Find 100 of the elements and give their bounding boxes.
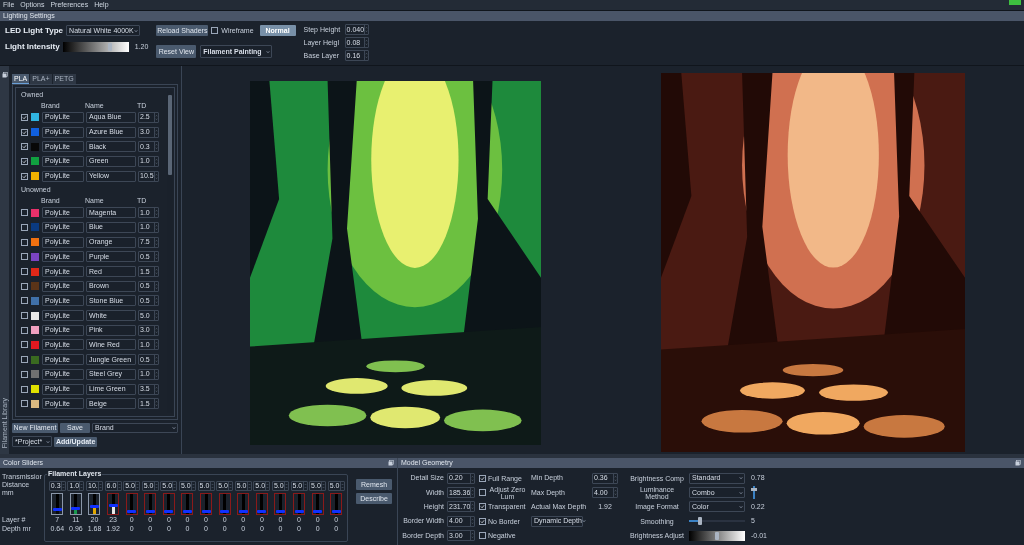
spin-arrows-icon xyxy=(154,237,158,247)
color-swatch[interactable] xyxy=(31,142,39,151)
checkbox[interactable] xyxy=(21,268,28,276)
slider-thumb[interactable] xyxy=(52,507,62,511)
color-swatch[interactable] xyxy=(31,399,39,408)
layer-slider[interactable] xyxy=(218,493,231,515)
spin-arrows-icon xyxy=(470,502,475,512)
slider-thumb[interactable] xyxy=(275,510,285,513)
checkbox[interactable] xyxy=(479,474,486,482)
layer-slider[interactable] xyxy=(293,493,305,515)
color-swatch[interactable] xyxy=(31,157,39,166)
checkbox[interactable] xyxy=(21,282,28,290)
undock-icon[interactable] xyxy=(388,460,394,466)
checkbox[interactable] xyxy=(21,326,28,334)
slider-thumb[interactable] xyxy=(201,510,211,513)
layer-slider[interactable] xyxy=(255,493,268,515)
layer-slider[interactable] xyxy=(274,493,287,515)
color-swatch[interactable] xyxy=(31,113,39,122)
spin-arrows-icon xyxy=(283,482,288,490)
spin-arrows-icon xyxy=(154,325,158,335)
layer-slider[interactable] xyxy=(162,493,175,515)
layer-slider[interactable] xyxy=(181,493,194,515)
checkbox[interactable] xyxy=(21,238,28,246)
slider-thumb[interactable] xyxy=(257,510,267,513)
slider-thumb[interactable] xyxy=(108,43,113,51)
slider-thumb[interactable] xyxy=(127,510,137,513)
spin-arrows-icon xyxy=(154,355,158,365)
checkbox[interactable] xyxy=(479,503,486,511)
color-swatch[interactable] xyxy=(31,128,39,137)
spin-arrows-icon xyxy=(116,482,121,490)
slider-thumb[interactable] xyxy=(182,510,192,513)
checkbox[interactable] xyxy=(21,370,28,378)
checkbox[interactable] xyxy=(21,172,28,180)
layer-slider[interactable] xyxy=(107,493,120,515)
checkbox[interactable] xyxy=(21,157,28,165)
checkbox[interactable] xyxy=(211,27,219,34)
checkbox[interactable] xyxy=(21,143,28,151)
checkbox[interactable] xyxy=(21,356,28,364)
spin-arrows-icon xyxy=(154,127,158,137)
spin-arrows-icon xyxy=(154,208,158,218)
checkbox[interactable] xyxy=(21,400,28,408)
checkbox[interactable] xyxy=(21,209,28,217)
spin-arrows-icon xyxy=(613,473,617,483)
slider-thumb[interactable] xyxy=(71,506,81,510)
color-swatch[interactable] xyxy=(31,172,39,181)
checkbox[interactable] xyxy=(479,517,486,525)
slider-thumb[interactable] xyxy=(751,487,757,491)
slider-thumb[interactable] xyxy=(313,510,323,513)
layer-slider[interactable] xyxy=(200,493,213,515)
layer-slider[interactable] xyxy=(330,493,343,515)
slider-thumb[interactable] xyxy=(220,510,230,513)
spin-arrows-icon xyxy=(363,38,368,47)
layer-slider[interactable] xyxy=(69,493,82,515)
layer-slider[interactable] xyxy=(311,493,324,515)
color-swatch[interactable] xyxy=(31,238,39,247)
color-swatch[interactable] xyxy=(31,370,39,379)
slider-thumb[interactable] xyxy=(715,531,719,540)
undock-icon[interactable] xyxy=(1,72,8,78)
checkbox[interactable] xyxy=(21,223,28,231)
spin-arrows-icon xyxy=(154,399,158,409)
color-swatch[interactable] xyxy=(31,267,39,276)
slider-thumb[interactable] xyxy=(294,510,304,513)
checkbox[interactable] xyxy=(21,253,28,261)
checkbox[interactable] xyxy=(479,532,486,540)
color-swatch[interactable] xyxy=(31,355,39,364)
color-swatch[interactable] xyxy=(31,311,39,320)
layer-slider[interactable] xyxy=(144,493,157,515)
checkbox[interactable] xyxy=(21,128,28,136)
spin-arrows-icon xyxy=(246,482,251,490)
color-swatch[interactable] xyxy=(31,340,39,349)
spin-arrows-icon xyxy=(321,482,326,490)
color-swatch[interactable] xyxy=(31,326,39,335)
spin-arrows-icon xyxy=(154,369,158,379)
checkbox[interactable] xyxy=(21,341,28,349)
checkbox[interactable] xyxy=(21,297,28,305)
checkbox[interactable] xyxy=(479,489,486,497)
checkbox[interactable] xyxy=(21,312,28,320)
caret-icon xyxy=(739,504,743,509)
slider-thumb[interactable] xyxy=(90,505,99,509)
checkbox[interactable] xyxy=(21,113,28,121)
color-swatch[interactable] xyxy=(31,208,39,217)
slider-thumb[interactable] xyxy=(164,510,174,513)
layer-slider[interactable] xyxy=(88,493,101,515)
undock-icon[interactable] xyxy=(1015,460,1021,466)
slider-thumb[interactable] xyxy=(238,510,248,513)
spin-arrows-icon xyxy=(154,112,158,122)
checkbox[interactable] xyxy=(21,385,28,393)
color-swatch[interactable] xyxy=(31,296,39,305)
color-swatch[interactable] xyxy=(31,282,39,291)
layer-slider[interactable] xyxy=(125,493,138,515)
layer-slider[interactable] xyxy=(237,493,250,515)
color-swatch[interactable] xyxy=(31,223,39,232)
color-swatch[interactable] xyxy=(31,252,39,261)
slider-thumb[interactable] xyxy=(145,510,155,513)
slider-thumb[interactable] xyxy=(108,504,118,508)
slider-thumb[interactable] xyxy=(698,517,703,526)
slider-thumb[interactable] xyxy=(331,510,341,513)
spin-arrows-icon xyxy=(135,482,140,490)
color-swatch[interactable] xyxy=(31,385,39,394)
layer-slider[interactable] xyxy=(51,493,64,515)
